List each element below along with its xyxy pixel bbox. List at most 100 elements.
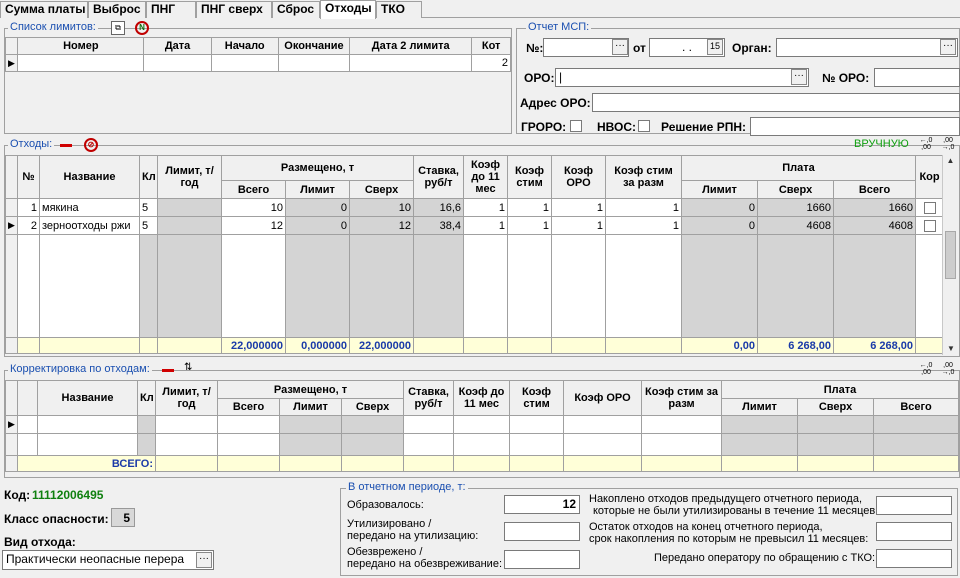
cell-total[interactable]: 12 xyxy=(221,216,286,235)
corr-col-k11[interactable]: Коэф до 11 мес xyxy=(453,380,511,416)
col-start[interactable]: Начало xyxy=(210,37,279,55)
oro-num-input[interactable] xyxy=(874,68,960,87)
limit-status-icon[interactable]: N xyxy=(135,21,149,35)
corr-col-limit[interactable]: Лимит, т/год xyxy=(155,380,218,416)
utilized-input[interactable] xyxy=(504,522,580,541)
cell-pover[interactable]: 4608 xyxy=(757,216,835,235)
cell-over[interactable]: 12 xyxy=(348,216,415,235)
col-limit[interactable]: Лимит, т/год xyxy=(157,155,222,199)
corr-col-n[interactable] xyxy=(17,380,38,416)
corr-col-koro[interactable]: Коэф ОРО xyxy=(563,380,643,416)
tko-input[interactable] xyxy=(876,549,952,568)
remove-correction-icon[interactable] xyxy=(162,369,174,372)
col-kstimr[interactable]: Коэф стим за разм xyxy=(605,155,683,199)
clear-icon[interactable]: ⊘ xyxy=(84,138,98,152)
tab-waste[interactable]: Отходы xyxy=(320,0,376,19)
col-pay-total[interactable]: Всего xyxy=(833,180,917,199)
tab-png-over[interactable]: ПНГ сверх xyxy=(196,1,272,18)
col-placed-over[interactable]: Сверх xyxy=(348,180,415,199)
formed-input[interactable]: 12 xyxy=(504,495,580,514)
col-n[interactable]: № xyxy=(17,155,40,199)
calendar-icon[interactable]: 15 xyxy=(707,39,723,55)
table-row[interactable]: ▶ xyxy=(5,415,960,434)
sort-icon[interactable]: ⇅ xyxy=(184,362,192,373)
cell-koro[interactable]: 1 xyxy=(551,216,607,235)
corr-col-kstimr[interactable]: Коэф стим за разм xyxy=(641,380,723,416)
decimals-decrease-icon[interactable]: ←,0,00 xyxy=(918,137,934,151)
corr-col-pay-limit[interactable]: Лимит xyxy=(721,398,799,416)
cell-pover[interactable]: 1660 xyxy=(757,198,835,217)
corr-col-pay[interactable]: Плата xyxy=(721,380,960,399)
cell-kl[interactable]: 5 xyxy=(139,198,158,217)
oro-dots-button[interactable]: ··· xyxy=(791,69,807,85)
cell-plim[interactable]: 0 xyxy=(681,216,759,235)
cell-kl[interactable]: 5 xyxy=(139,216,158,235)
col-kstim[interactable]: Коэф стим xyxy=(507,155,553,199)
kind-dots-button[interactable]: ··· xyxy=(196,552,212,568)
corr-col-placed-limit[interactable]: Лимит xyxy=(279,398,342,416)
rest-input[interactable] xyxy=(876,522,952,541)
corr-col-placed-total[interactable]: Всего xyxy=(217,398,280,416)
remove-waste-icon[interactable] xyxy=(60,144,72,147)
scroll-thumb[interactable] xyxy=(945,231,956,279)
cell-kstim[interactable]: 1 xyxy=(507,198,553,217)
cell-kstimr[interactable]: 1 xyxy=(605,216,683,235)
tab-discharge[interactable]: Сброс xyxy=(272,1,320,18)
col-pay[interactable]: Плата xyxy=(681,155,917,181)
col-kot[interactable]: Кот xyxy=(471,37,511,55)
cell-ptotal[interactable]: 4608 xyxy=(833,216,917,235)
organ-dots-button[interactable]: ··· xyxy=(940,39,956,55)
cell-lim[interactable]: 0 xyxy=(285,198,350,217)
scroll-up-icon[interactable]: ▲ xyxy=(943,155,958,167)
col-end[interactable]: Окончание xyxy=(277,37,351,55)
address-input[interactable] xyxy=(592,93,960,112)
col-number[interactable]: Номер xyxy=(17,37,145,55)
tab-png[interactable]: ПНГ xyxy=(146,1,196,18)
cell-name[interactable]: мякина xyxy=(39,198,140,217)
col-placed-limit[interactable]: Лимит xyxy=(285,180,350,199)
cell-rate[interactable]: 16,6 xyxy=(413,198,465,217)
copy-icon[interactable]: ⧉ xyxy=(111,21,125,35)
neutral-input[interactable] xyxy=(504,550,580,569)
cell-over[interactable]: 10 xyxy=(348,198,415,217)
corr-col-placed-over[interactable]: Сверх xyxy=(340,398,405,416)
col-pay-over[interactable]: Сверх xyxy=(757,180,835,199)
tab-tko[interactable]: ТКО xyxy=(376,1,422,18)
kor-checkbox[interactable] xyxy=(923,219,936,232)
accum-input[interactable] xyxy=(876,496,952,515)
groro-checkbox[interactable] xyxy=(570,120,582,132)
report-num-dots-button[interactable]: ··· xyxy=(612,39,628,55)
table-row[interactable]: ▶ 2 xyxy=(4,54,511,72)
col-placed-total[interactable]: Всего xyxy=(221,180,286,199)
col-rate[interactable]: Ставка, руб/т xyxy=(413,155,465,199)
scroll-down-icon[interactable]: ▼ xyxy=(943,343,959,355)
col-koro[interactable]: Коэф ОРО xyxy=(551,155,607,199)
waste-scrollbar[interactable]: ▲ ▼ xyxy=(942,155,958,355)
corr-col-kstim[interactable]: Коэф стим xyxy=(509,380,565,416)
cell-total[interactable]: 10 xyxy=(221,198,286,217)
cell-plim[interactable]: 0 xyxy=(681,198,759,217)
kind-input[interactable]: Практически неопасные перера xyxy=(2,550,214,570)
col-kor[interactable]: Кор xyxy=(915,155,945,199)
col-date[interactable]: Дата xyxy=(143,37,212,55)
tab-emission[interactable]: Выброс xyxy=(88,1,146,18)
cell-name[interactable]: зерноотходы ржи xyxy=(39,216,140,235)
cell-kstim[interactable]: 1 xyxy=(507,216,553,235)
oro-input[interactable]: | xyxy=(555,68,809,87)
corr-col-pay-total[interactable]: Всего xyxy=(873,398,960,416)
col-name[interactable]: Название xyxy=(39,155,140,199)
cell-n[interactable]: 1 xyxy=(17,198,40,217)
cell-ptotal[interactable]: 1660 xyxy=(833,198,917,217)
col-pay-limit[interactable]: Лимит xyxy=(681,180,759,199)
tab-payment-sum[interactable]: Сумма платы xyxy=(0,1,88,18)
corr-col-name[interactable]: Название xyxy=(37,380,138,416)
corr-decimals-increase-icon[interactable]: ,00 →,0 xyxy=(940,362,956,376)
col-kl[interactable]: Кл xyxy=(139,155,158,199)
table-row[interactable]: ▶ 2 зерноотходы ржи 5 12 0 12 38,4 1 1 1… xyxy=(5,216,945,235)
kor-checkbox[interactable] xyxy=(923,201,936,214)
cell-koro[interactable]: 1 xyxy=(551,198,607,217)
cell-n[interactable]: 2 xyxy=(17,216,40,235)
nvos-checkbox[interactable] xyxy=(638,120,650,132)
organ-input[interactable] xyxy=(776,38,958,57)
cell-kstimr[interactable]: 1 xyxy=(605,198,683,217)
